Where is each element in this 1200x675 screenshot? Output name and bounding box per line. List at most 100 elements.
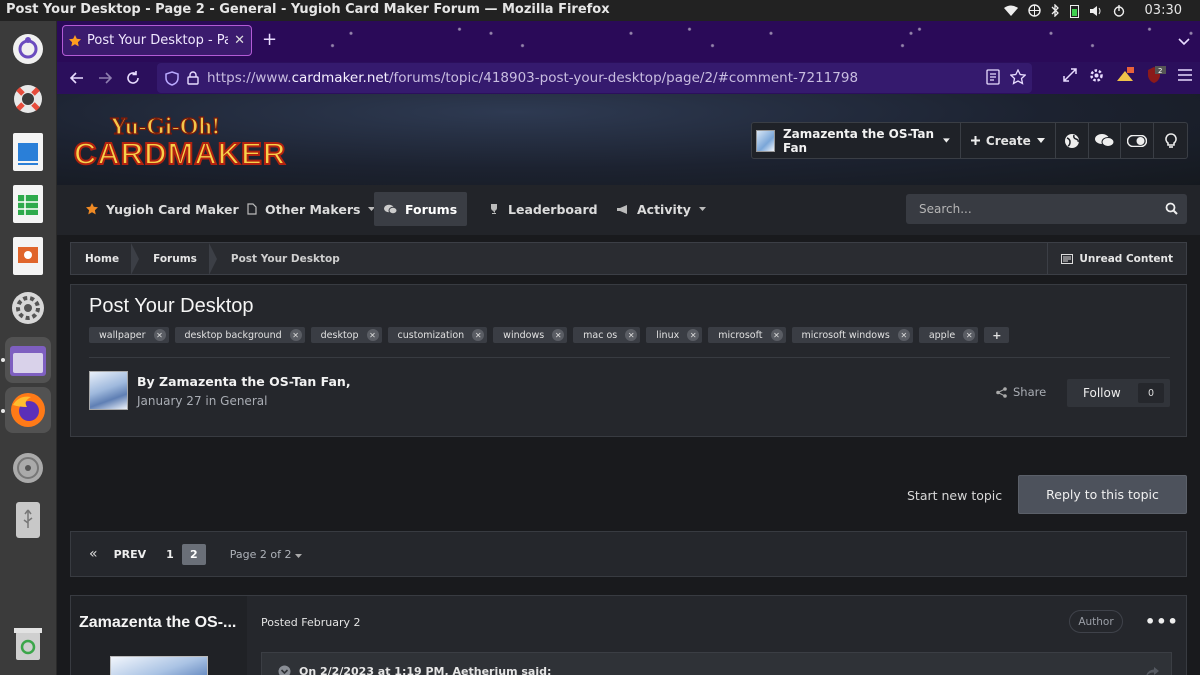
tag-item[interactable]: apple ✕ [918, 327, 979, 343]
forward-button[interactable] [91, 64, 119, 92]
reply-button[interactable]: Reply to this topic [1018, 475, 1187, 514]
first-page-button[interactable]: « [89, 546, 98, 562]
site-logo[interactable]: Yu-Gi-Oh! CARDMAKER [72, 108, 287, 174]
topic-meta: January 27 in General [137, 393, 268, 408]
messages-button[interactable] [1089, 123, 1122, 158]
dock-settings[interactable] [5, 285, 51, 331]
remove-tag-icon[interactable]: ✕ [366, 329, 379, 341]
avatar[interactable] [89, 371, 128, 410]
nav-other-makers[interactable]: Other Makers [237, 192, 385, 226]
dock-usb[interactable] [5, 497, 51, 543]
nav-activity[interactable]: Activity [606, 192, 716, 226]
new-tab-button[interactable]: + [262, 29, 277, 50]
dock-disc[interactable] [5, 445, 51, 491]
breadcrumb-forums[interactable]: Forums [139, 243, 217, 275]
main-navigation: Yugioh Card Maker Other Makers Forums Le… [57, 185, 1200, 235]
dock-impress[interactable] [5, 233, 51, 279]
remove-tag-icon[interactable]: ✕ [289, 329, 302, 341]
site-header: Yu-Gi-Oh! CARDMAKER Zamazenta the OS-Tan… [57, 94, 1200, 185]
page-1-button[interactable]: 1 [166, 548, 174, 561]
remove-tag-icon[interactable]: ✕ [552, 329, 565, 341]
dock-firefox[interactable] [5, 387, 51, 433]
fullscreen-icon[interactable] [1063, 68, 1077, 82]
ublock-icon[interactable]: 2 [1146, 66, 1166, 84]
menu-icon[interactable] [1178, 69, 1192, 81]
extension-icon[interactable] [1116, 67, 1134, 83]
url-bar[interactable]: https://www.cardmaker.net/forums/topic/4… [157, 63, 1032, 93]
settings-gear-icon[interactable] [1089, 68, 1104, 83]
tab-active[interactable]: Post Your Desktop - Page 2 ✕ [62, 25, 252, 56]
tab-list-button[interactable] [1178, 31, 1190, 50]
svg-text:CARDMAKER: CARDMAKER [74, 136, 286, 171]
tag-item[interactable]: mac os ✕ [573, 327, 641, 343]
tag-item[interactable]: desktop background ✕ [174, 327, 305, 343]
remove-tag-icon[interactable]: ✕ [897, 329, 910, 341]
dock-trash[interactable] [5, 621, 51, 667]
chat-bubbles-icon [1095, 134, 1115, 147]
remove-tag-icon[interactable]: ✕ [687, 329, 700, 341]
search-icon[interactable] [1165, 202, 1178, 215]
nav-forums[interactable]: Forums [374, 192, 468, 226]
close-tab-icon[interactable]: ✕ [234, 33, 245, 48]
dock-writer[interactable] [5, 129, 51, 175]
theme-toggle-button[interactable] [1121, 123, 1155, 158]
share-arrow-icon[interactable] [1146, 667, 1159, 675]
bookmark-star-icon[interactable] [1010, 69, 1026, 85]
share-button[interactable]: Share [996, 385, 1046, 399]
breadcrumb-home[interactable]: Home [71, 243, 140, 275]
page-jump-dropdown[interactable]: Page 2 of 2 [230, 548, 303, 561]
remove-tag-icon[interactable]: ✕ [153, 329, 166, 341]
post-author-panel: Zamazenta the OS-... [71, 596, 247, 675]
tag-item[interactable]: desktop ✕ [310, 327, 382, 343]
nav-leaderboard[interactable]: Leaderboard [478, 192, 608, 226]
dock-ubuntu-software[interactable] [5, 26, 51, 72]
system-tray[interactable]: 03:30 [1003, 0, 1200, 21]
url-text: https://www.cardmaker.net/forums/topic/4… [207, 70, 859, 86]
back-button[interactable] [63, 64, 91, 92]
language-button[interactable] [1056, 123, 1089, 158]
reload-button[interactable] [119, 64, 147, 92]
post-author-name[interactable]: Zamazenta the OS-... [79, 614, 236, 632]
quote-header[interactable]: On 2/2/2023 at 1:19 PM, Aetherium said: [278, 665, 551, 675]
post-options-button[interactable]: ••• [1145, 612, 1179, 631]
tag-item[interactable]: wallpaper ✕ [89, 327, 169, 343]
search-input[interactable] [919, 202, 1159, 216]
user-menu[interactable]: Zamazenta the OS-Tan Fan [752, 123, 961, 158]
caret-down-icon [943, 138, 950, 143]
start-new-topic-link[interactable]: Start new topic [907, 488, 1002, 503]
bluetooth-icon [1051, 4, 1059, 17]
wifi-icon [1003, 5, 1018, 16]
page-2-button[interactable]: 2 [181, 543, 206, 565]
remove-tag-icon[interactable]: ✕ [770, 329, 783, 341]
prev-page-button[interactable]: PREV [114, 548, 147, 561]
remove-tag-icon[interactable]: ✕ [625, 329, 638, 341]
reader-view-icon[interactable] [986, 69, 1000, 85]
create-button[interactable]: Create [961, 123, 1056, 158]
remove-tag-icon[interactable]: ✕ [472, 329, 485, 341]
follow-button[interactable]: Follow 0 [1067, 379, 1170, 407]
unread-content-link[interactable]: Unread Content [1047, 243, 1186, 274]
tag-item[interactable]: linux ✕ [646, 327, 703, 343]
avatar[interactable] [110, 656, 208, 675]
dock-calc[interactable] [5, 181, 51, 227]
remove-tag-icon[interactable]: ✕ [963, 329, 976, 341]
shield-icon[interactable] [165, 70, 179, 86]
dock-help[interactable] [5, 76, 51, 122]
caret-down-icon [295, 553, 303, 558]
tag-item[interactable]: customization ✕ [387, 327, 488, 343]
arrow-left-icon [70, 72, 83, 84]
author-byline[interactable]: By Zamazenta the OS-Tan Fan, [137, 374, 351, 389]
dock-files[interactable] [5, 337, 51, 383]
add-tag-button[interactable]: + [984, 327, 1010, 343]
lock-icon[interactable] [187, 71, 199, 85]
tag-item[interactable]: windows ✕ [493, 327, 568, 343]
create-label: Create [985, 133, 1031, 148]
chevron-down-circle-icon [278, 665, 291, 675]
nav-yugioh-card-maker[interactable]: Yugioh Card Maker [76, 192, 249, 226]
post-date[interactable]: Posted February 2 [261, 616, 361, 629]
page-title: Post Your Desktop [89, 295, 254, 317]
tips-button[interactable] [1154, 123, 1187, 158]
tag-item[interactable]: microsoft windows ✕ [791, 327, 913, 343]
clock[interactable]: 03:30 [1145, 3, 1182, 18]
tag-item[interactable]: microsoft ✕ [708, 327, 786, 343]
